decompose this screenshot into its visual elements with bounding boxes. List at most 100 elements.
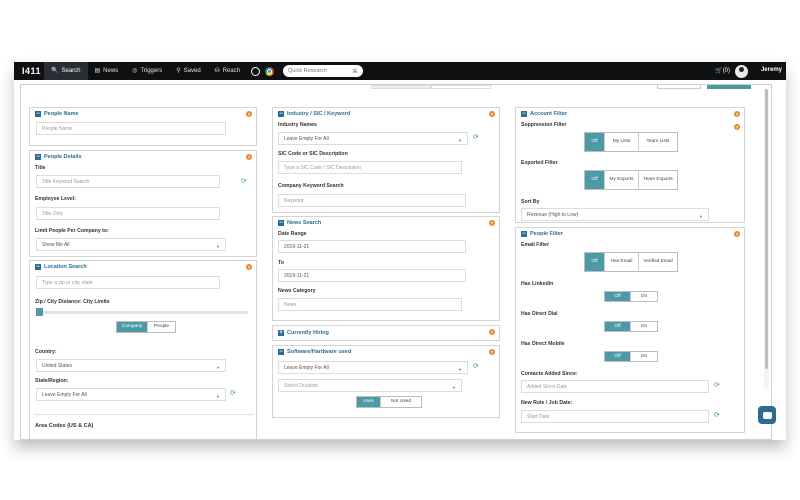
chat-button[interactable] <box>758 406 776 424</box>
direct-mobile-off[interactable]: Off <box>605 352 631 361</box>
nav-reach[interactable]: ⛁ Reach <box>208 62 247 80</box>
title-keyword-input[interactable]: Title Keyword Search <box>36 175 220 188</box>
email-verified[interactable]: Verified Email <box>639 253 677 271</box>
refresh-icon[interactable]: ⟳ <box>473 362 479 370</box>
user-name[interactable]: Jeremy <box>761 67 782 73</box>
panel-header[interactable]: − Software/Hardware used <box>273 346 499 357</box>
contacts-added-input[interactable]: Added Since Date <box>521 380 709 393</box>
action-button-stub[interactable] <box>657 85 701 89</box>
help-icon[interactable]: ? <box>489 329 495 335</box>
direct-dial-off[interactable]: Off <box>605 322 631 331</box>
panel-header[interactable]: − Location Search <box>30 261 256 272</box>
panel-header[interactable]: − Industry / SIC / Keyword <box>273 108 499 119</box>
nav-news[interactable]: ▤ News <box>88 62 126 80</box>
refresh-icon[interactable]: ⟳ <box>714 411 720 419</box>
panel-header[interactable]: − People Name <box>30 108 256 119</box>
employee-level-input[interactable]: Title Only <box>36 207 220 220</box>
chrome-extension-icon[interactable] <box>265 66 275 76</box>
help-icon[interactable]: ? <box>489 111 495 117</box>
help-icon[interactable]: ? <box>246 154 252 160</box>
industry-names-select[interactable]: Leave Empty For All ▼ <box>278 132 468 145</box>
limit-people-label: Limit People Per Company to: <box>35 228 109 234</box>
country-select[interactable]: United States ▼ <box>36 359 226 372</box>
quick-research-input[interactable] <box>288 68 349 74</box>
panel-header[interactable]: − People Details <box>30 151 256 162</box>
vertical-scrollbar[interactable] <box>764 89 769 389</box>
company-keyword-input[interactable]: Keyword <box>278 194 466 207</box>
collapse-icon[interactable]: − <box>521 110 527 117</box>
help-icon[interactable]: ? <box>734 111 740 117</box>
company-people-toggle: Company People <box>116 321 176 333</box>
distance-slider-handle[interactable] <box>36 308 43 316</box>
refresh-icon[interactable]: ⟳ <box>230 389 236 397</box>
refresh-icon[interactable]: ⟳ <box>241 177 247 185</box>
toggle-not-used[interactable]: Not Used <box>381 397 421 407</box>
linkedin-off[interactable]: Off <box>605 292 631 301</box>
expand-icon[interactable]: + <box>278 330 284 336</box>
suppression-team-lists[interactable]: Team Lists <box>639 133 677 151</box>
suppression-off[interactable]: Off <box>585 133 605 151</box>
help-icon[interactable]: ? <box>489 220 495 226</box>
news-category-label: News Category <box>278 288 316 294</box>
help-icon[interactable]: ? <box>246 111 252 117</box>
help-icon[interactable]: ? <box>246 264 252 270</box>
app-logo[interactable]: I411 <box>14 66 44 76</box>
help-icon[interactable]: ? <box>734 124 740 130</box>
exported-off[interactable]: Off <box>585 171 605 189</box>
distance-slider-track[interactable] <box>36 311 248 314</box>
email-off[interactable]: Off <box>585 253 605 271</box>
panel-header[interactable]: − Account Filter <box>516 108 744 119</box>
news-category-input[interactable]: News <box>278 298 462 311</box>
panel-header[interactable]: + Currently Hiring <box>273 326 499 340</box>
collapse-icon[interactable]: − <box>35 110 41 117</box>
duration-select[interactable]: Select Duration ▼ <box>278 379 462 392</box>
sic-input[interactable]: Type a SIC Code / SIC Description <box>278 161 462 174</box>
zip-city-input[interactable]: Type a zip or city, state <box>36 276 220 289</box>
toggle-people[interactable]: People <box>148 322 175 332</box>
scrollbar-thumb[interactable] <box>765 89 768 369</box>
exported-team-exports[interactable]: Team Exports <box>639 171 677 189</box>
collapse-icon[interactable]: − <box>35 153 41 160</box>
software-select[interactable]: Leave Empty For All ▼ <box>278 361 468 374</box>
panel-title: People Details <box>44 153 82 160</box>
direct-dial-on[interactable]: On <box>631 322 657 331</box>
cart-indicator[interactable]: 🛒(0) <box>715 67 730 74</box>
limit-people-select[interactable]: Show Me All ▼ <box>36 238 226 251</box>
area-codes-label: Area Codes (US & CA) <box>35 423 94 429</box>
nav-saved[interactable]: ⚲ Saved <box>169 62 207 80</box>
collapse-icon[interactable]: − <box>278 110 284 117</box>
nav-triggers[interactable]: ◎ Triggers <box>125 62 169 80</box>
linkedin-on[interactable]: On <box>631 292 657 301</box>
refresh-icon[interactable]: ⟳ <box>473 133 479 141</box>
sort-by-select[interactable]: Revenue (High to Low) ▼ <box>521 208 709 221</box>
date-to-input[interactable]: 2019-11-21 <box>278 269 466 282</box>
collapse-icon[interactable]: − <box>278 219 284 226</box>
toggle-company[interactable]: Company <box>117 322 148 332</box>
exported-my-exports[interactable]: My Exports <box>605 171 639 189</box>
action-button-stub[interactable] <box>707 85 751 89</box>
toggle-uses[interactable]: Uses <box>357 397 381 407</box>
tab-stub[interactable] <box>431 85 491 89</box>
tab-stub[interactable] <box>371 85 431 89</box>
direct-mobile-on[interactable]: On <box>631 352 657 361</box>
panel-header[interactable]: − News Search <box>273 217 499 228</box>
nav-search[interactable]: 🔍 Search <box>44 62 88 80</box>
industry-panel: − Industry / SIC / Keyword ? Industry Nam… <box>272 107 500 213</box>
email-has-email[interactable]: Has Email <box>605 253 639 271</box>
new-role-input[interactable]: Start Date <box>521 410 709 423</box>
contacts-added-label: Contacts Added Since: <box>521 371 578 377</box>
collapse-icon[interactable]: − <box>35 263 41 270</box>
state-select[interactable]: Leave Empty For All ▼ <box>36 388 226 401</box>
panel-header[interactable]: − People Filter <box>516 228 744 239</box>
refresh-icon[interactable]: ⟳ <box>714 381 720 389</box>
collapse-icon[interactable]: − <box>278 348 284 355</box>
suppression-my-lists[interactable]: My Lists <box>605 133 639 151</box>
people-name-input[interactable]: People Name <box>36 122 226 135</box>
collapse-icon[interactable]: − <box>521 230 527 237</box>
help-icon[interactable]: ? <box>489 349 495 355</box>
status-circle-icon[interactable] <box>251 66 261 76</box>
user-avatar[interactable] <box>735 65 748 78</box>
clear-search-icon[interactable]: ⌘ <box>352 68 358 75</box>
date-from-input[interactable]: 2019-11-21 <box>278 240 466 253</box>
help-icon[interactable]: ? <box>734 231 740 237</box>
